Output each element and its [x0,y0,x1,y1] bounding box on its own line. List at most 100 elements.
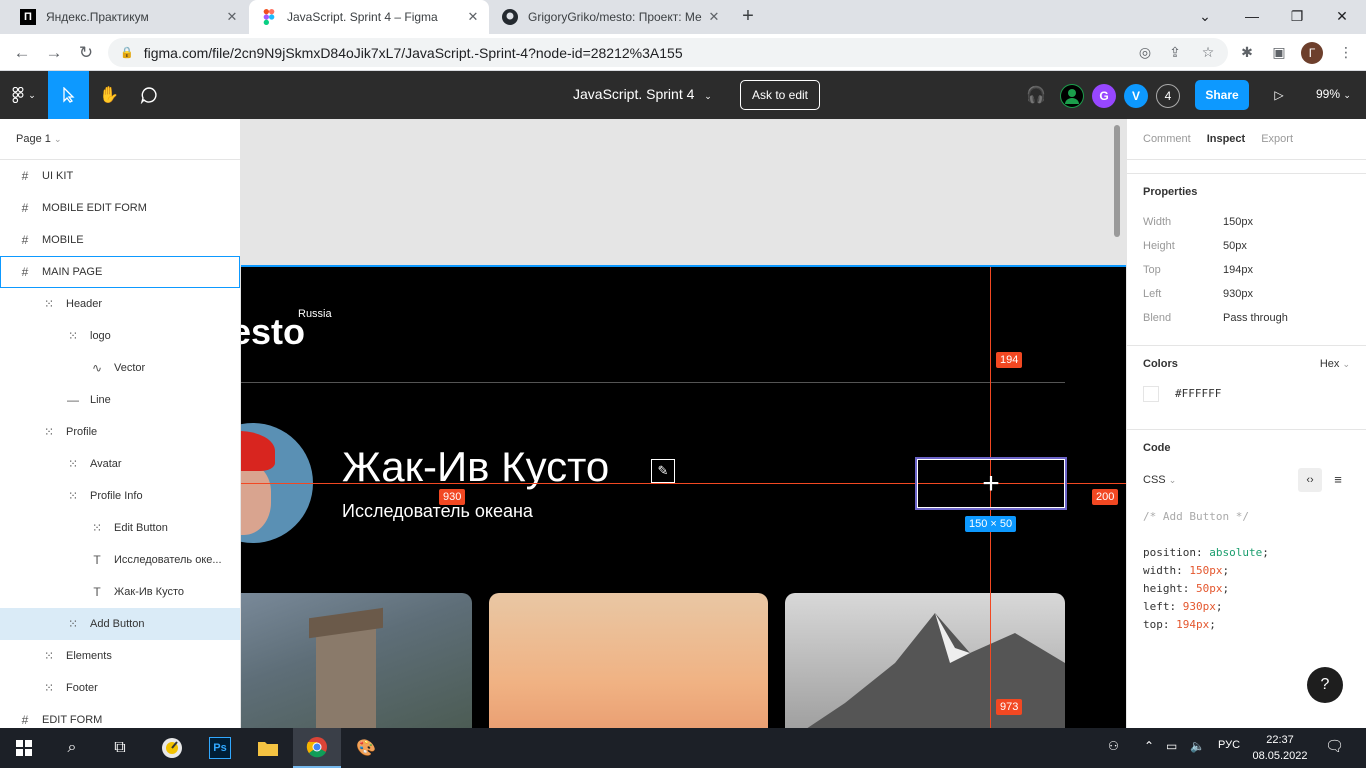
layer-item[interactable]: ⁙ Header [0,288,240,320]
layer-item[interactable]: ⁙ Footer [0,672,240,704]
notifications-icon[interactable]: 🗨 [1325,737,1344,755]
close-icon[interactable]: ✕ [706,9,722,25]
card-image[interactable] [489,593,768,728]
language-indicator[interactable]: РУС [1218,739,1240,751]
layer-item[interactable]: ⁙ Avatar [0,448,240,480]
frame-icon: # [21,265,29,279]
layer-item[interactable]: — Line [0,384,240,416]
property-key: Blend [1143,312,1172,324]
layer-item[interactable]: T Жак-Ив Кусто [0,576,240,608]
battery-icon[interactable]: ▭ [1166,739,1177,753]
more-users-count[interactable]: 4 [1156,84,1180,108]
card-image[interactable] [241,593,472,728]
css-code-block[interactable]: /* Add Button */ position: absolute; widt… [1143,508,1350,634]
volume-icon[interactable]: 🔈 [1190,739,1205,753]
maximize-icon[interactable]: ❐ [1285,4,1309,28]
yandex-browser-icon[interactable] [148,728,196,768]
bookmark-star-icon[interactable]: ☆ [1197,41,1219,63]
main-page-frame[interactable]: esto Russia Жак-Ив Кусто ✎ Исследователь… [241,265,1126,728]
property-value[interactable]: 930px [1223,288,1253,300]
profile-avatar[interactable]: Г [1301,42,1323,64]
people-icon[interactable]: ⚇ [1108,739,1119,753]
add-button-selected[interactable]: + [915,457,1067,510]
forward-arrow-icon[interactable]: → [42,41,66,65]
layer-item[interactable]: # EDIT FORM [0,704,240,728]
property-value[interactable]: Pass through [1223,312,1288,324]
code-lang-select[interactable]: CSS ⌄ [1143,474,1176,486]
card-image[interactable] [785,593,1065,728]
property-value[interactable]: 194px [1223,264,1253,276]
colors-title: Colors [1143,358,1178,370]
layer-item[interactable]: # UI KIT [0,160,240,192]
tray-chevron-up-icon[interactable]: ⌃ [1144,739,1154,753]
photoshop-icon[interactable]: Ps [196,728,244,768]
ask-to-edit-button[interactable]: Ask to edit [740,80,820,110]
extensions-icon[interactable]: ✱ [1236,41,1258,63]
page-selector[interactable]: Page 1 ⌄ [0,119,240,160]
tab-figma[interactable]: JavaScript. Sprint 4 – Figma ✕ [249,0,489,34]
close-icon[interactable]: ✕ [224,9,240,25]
minimize-icon[interactable]: — [1240,4,1264,28]
layer-item[interactable]: # MOBILE [0,224,240,256]
layer-list: # UI KIT # MOBILE EDIT FORM # MOBILE # MAIN PAG… [0,160,240,728]
inspect-panel: Comment Inspect Export Properties Width 1… [1126,119,1366,728]
layer-item[interactable]: # MAIN PAGE [0,256,240,288]
property-value[interactable]: 50px [1223,240,1247,252]
search-icon[interactable]: ⌕ [48,728,96,768]
user-avatar[interactable]: V [1124,84,1148,108]
figma-menu-icon[interactable]: ⌄ [0,71,48,119]
layer-item[interactable]: ⁙ Elements [0,640,240,672]
tab-comment[interactable]: Comment [1143,133,1191,145]
tab-yandex-praktikum[interactable]: П Яндекс.Практикум ✕ [8,0,248,34]
color-swatch[interactable] [1143,386,1159,402]
paint-icon[interactable]: 🎨 [342,728,390,768]
help-button[interactable]: ? [1307,667,1343,703]
share-button[interactable]: Share [1195,80,1249,110]
layer-item[interactable]: ∿ Vector [0,352,240,384]
menu-dots-icon[interactable]: ⋮ [1335,41,1357,63]
close-icon[interactable]: ✕ [465,9,481,25]
tab-export[interactable]: Export [1261,133,1293,145]
user-avatar[interactable]: G [1092,84,1116,108]
layer-item[interactable]: # MOBILE EDIT FORM [0,192,240,224]
property-value[interactable]: 150px [1223,216,1253,228]
layer-item[interactable]: ⁙ Edit Button [0,512,240,544]
headphones-icon[interactable]: 🎧 [1022,71,1050,119]
edit-pencil-icon[interactable]: ✎ [651,459,675,483]
tab-github[interactable]: GrigoryGriko/mesto: Проект: Ме ✕ [490,0,730,34]
present-play-icon[interactable]: ▷ [1266,71,1292,119]
tab-search-chevron-icon[interactable]: ⌄ [1193,4,1217,28]
windows-start-icon[interactable] [0,728,48,768]
window-close-icon[interactable]: ✕ [1330,4,1354,28]
design-canvas[interactable]: esto Russia Жак-Ив Кусто ✎ Исследователь… [241,119,1126,728]
hand-tool-icon[interactable]: ✋ [89,71,129,119]
chrome-icon[interactable] [293,728,341,768]
file-explorer-folder-icon[interactable] [244,728,292,768]
user-avatar[interactable] [1060,84,1084,108]
color-value[interactable]: #FFFFFF [1175,385,1221,403]
back-arrow-icon[interactable]: ← [10,41,34,65]
eye-off-icon[interactable]: ◎ [1134,41,1156,63]
layer-label: Жак-Ив Кусто [114,586,184,598]
share-icon[interactable]: ⇪ [1164,41,1186,63]
zoom-level[interactable]: 99% ⌄ [1316,87,1351,101]
layer-item[interactable]: ⁙ Profile [0,416,240,448]
reload-icon[interactable]: ↻ [74,41,98,65]
layer-item[interactable]: ⁙ Add Button [0,608,240,640]
layer-item[interactable]: T Исследователь оке... [0,544,240,576]
url-input[interactable]: 🔒 figma.com/file/2cn9N9jSkmxD84oJik7xL7/… [108,38,1228,67]
layer-item[interactable]: ⁙ logo [0,320,240,352]
task-view-icon[interactable]: ⧉ [96,728,144,768]
list-view-icon[interactable]: ≡ [1326,468,1350,492]
comment-tool-icon[interactable] [129,71,169,119]
file-title[interactable]: JavaScript. Sprint 4 ⌄ [573,86,712,102]
move-tool-cursor-icon[interactable] [48,71,89,119]
code-view-icon[interactable]: ‹› [1298,468,1322,492]
new-tab-plus-icon[interactable]: + [738,6,758,26]
color-format-select[interactable]: Hex ⌄ [1320,358,1350,382]
canvas-scrollbar[interactable] [1114,125,1120,237]
clock[interactable]: 22:37 08.05.2022 [1250,732,1310,764]
layer-item[interactable]: ⁙ Profile Info [0,480,240,512]
sidebar-icon[interactable]: ▣ [1268,41,1290,63]
tab-inspect[interactable]: Inspect [1207,133,1246,145]
